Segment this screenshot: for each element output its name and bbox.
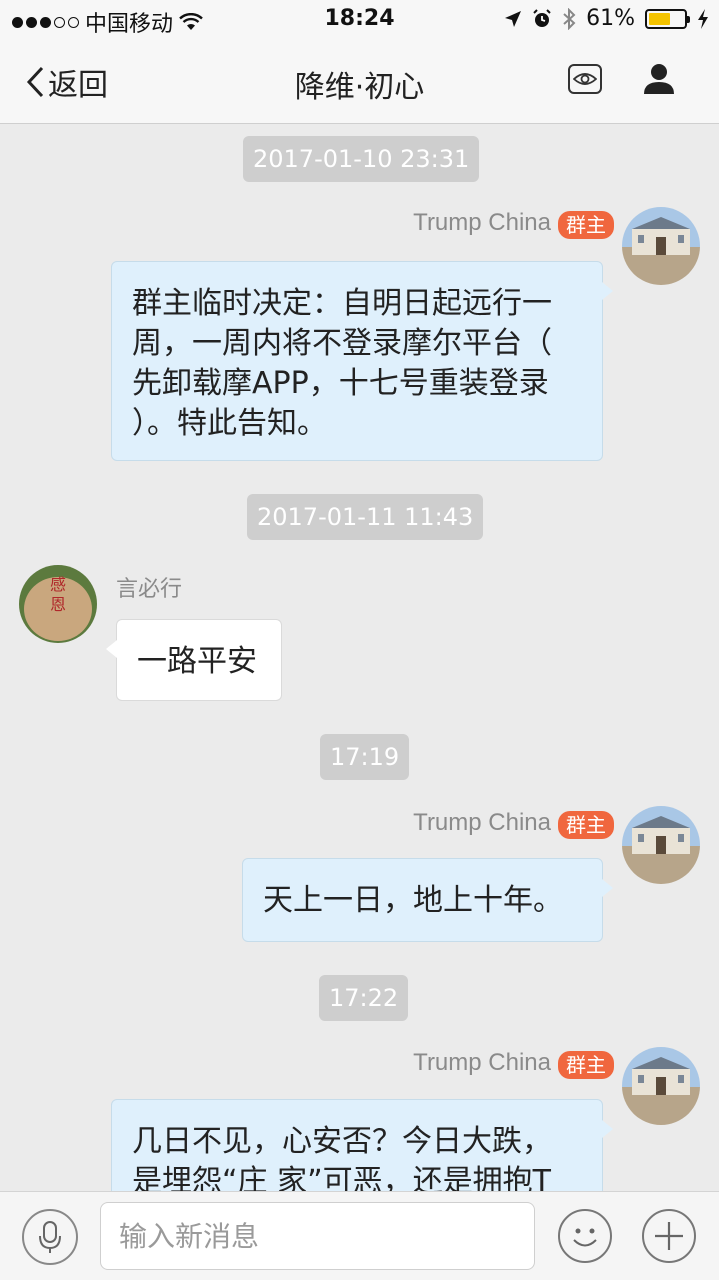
voice-input-button[interactable] — [22, 1209, 78, 1265]
location-arrow-icon — [505, 10, 522, 27]
message-line: 先卸载摩APP，十七号重装登录 — [132, 366, 549, 401]
navigation-bar: 返回 降维·初心 — [0, 40, 719, 124]
avatar[interactable] — [622, 806, 700, 884]
bluetooth-icon — [563, 7, 576, 30]
palace-avatar-image — [622, 806, 700, 884]
timestamp: 17:19 — [320, 734, 410, 780]
status-bar: 中国移动 18:24 61% — [0, 0, 719, 40]
plus-icon — [655, 1222, 683, 1250]
timestamp: 2017-01-11 11:43 — [247, 494, 484, 540]
avatar[interactable] — [622, 207, 700, 285]
status-right: 61% — [504, 6, 709, 31]
group-owner-badge: 群主 — [558, 1051, 614, 1079]
message-text: 一路平安 — [137, 644, 257, 679]
battery-percent: 61% — [586, 6, 635, 31]
sender-name: Trump China — [413, 1049, 551, 1076]
eye-icon — [573, 73, 597, 85]
timestamp: 17:22 — [319, 975, 409, 1021]
view-button[interactable] — [568, 64, 602, 94]
message-list[interactable]: 2017-01-10 23:31 Trump China 群主 群主临时决定：自… — [0, 125, 719, 1191]
message-line: 几日不见，心安否？今日大跌， — [132, 1124, 552, 1159]
chat-title: 降维·初心 — [294, 70, 425, 105]
input-bar — [0, 1191, 719, 1280]
avatar[interactable] — [622, 1047, 700, 1125]
more-options-button[interactable] — [642, 1209, 696, 1263]
sender-name: Trump China — [413, 209, 551, 236]
alarm-icon — [533, 8, 551, 27]
group-owner-badge: 群主 — [558, 211, 614, 239]
outgoing-message-bubble[interactable]: 群主临时决定：自明日起远行一 周，一周内将不登录摩尔平台（ 先卸载摩APP，十七… — [111, 261, 613, 461]
message-input[interactable] — [100, 1202, 535, 1270]
battery-level — [649, 12, 670, 25]
charging-icon — [698, 8, 708, 29]
palace-avatar-image — [622, 207, 700, 285]
outgoing-message-bubble[interactable]: 天上一日，地上十年。 — [242, 858, 613, 942]
palace-avatar-image — [622, 1047, 700, 1125]
group-members-button[interactable] — [642, 62, 676, 100]
battery-icon — [645, 8, 690, 29]
person-icon — [644, 64, 674, 94]
emoji-icon — [573, 1228, 597, 1247]
message-line: 是埋怨“庄 家”可恶，还是拥抱T — [132, 1164, 551, 1191]
sender-name: Trump China — [413, 809, 551, 836]
emoji-button[interactable] — [558, 1209, 612, 1263]
message-line: 周，一周内将不登录摩尔平台（ — [132, 326, 552, 361]
group-owner-badge: 群主 — [558, 811, 614, 839]
timestamp: 2017-01-10 23:31 — [243, 136, 480, 182]
incoming-message-bubble[interactable]: 一路平安 — [106, 619, 282, 701]
message-line: ）。特此告知。 — [132, 406, 327, 441]
message-line: 群主临时决定：自明日起远行一 — [132, 286, 552, 321]
avatar-text: 感恩 — [49, 575, 66, 614]
microphone-icon — [39, 1221, 61, 1253]
message-text: 天上一日，地上十年。 — [263, 883, 563, 918]
outgoing-message-bubble[interactable]: 几日不见，心安否？今日大跌， 是埋怨“庄 家”可恶，还是拥抱T — [111, 1099, 613, 1191]
sender-name: 言必行 — [116, 577, 183, 602]
avatar[interactable]: 感恩 — [19, 565, 97, 643]
